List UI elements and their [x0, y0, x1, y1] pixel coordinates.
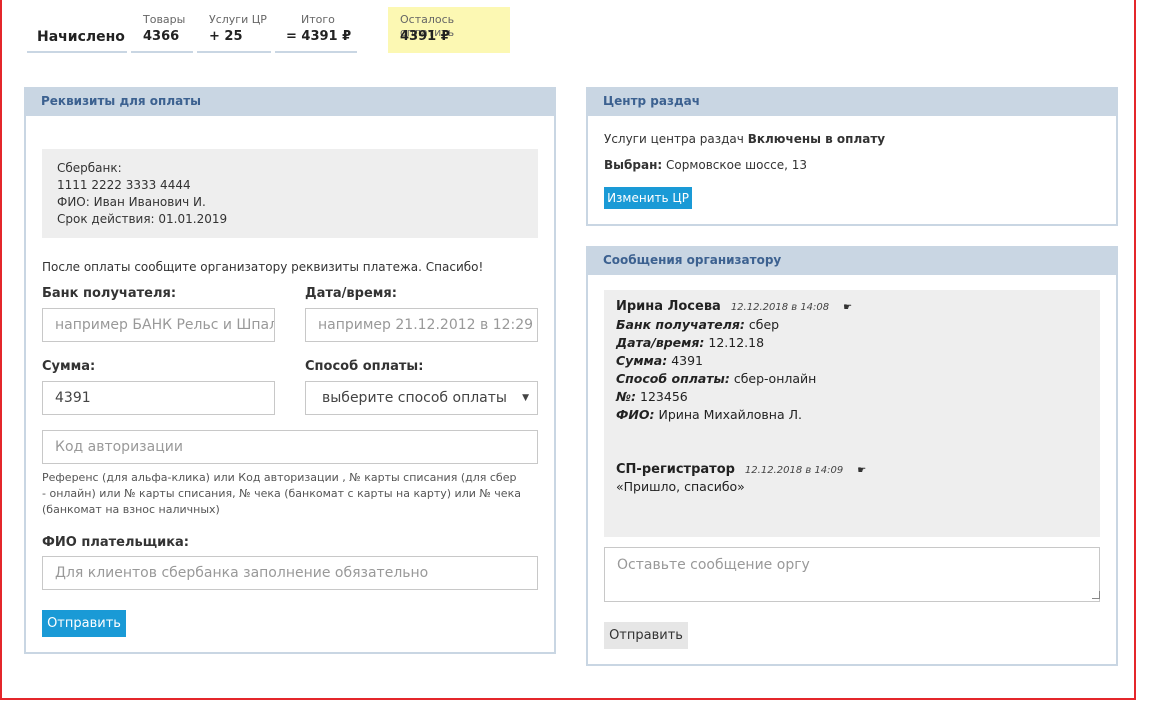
message-line: Банк получателя: сбер: [616, 317, 779, 332]
message-field-value: 123456: [640, 389, 688, 404]
goods-value: 4366: [143, 29, 180, 44]
details-line: ФИО: Иван Иванович И.: [57, 195, 206, 209]
message-line: ФИО: Ирина Михайловна Л.: [616, 407, 802, 422]
message-field-value: 12.12.18: [708, 335, 765, 350]
change-center-button[interactable]: Изменить ЦР: [604, 187, 692, 209]
payment-submit-button[interactable]: Отправить: [42, 610, 126, 637]
reply-hand-icon[interactable]: ☛: [857, 465, 866, 476]
datetime-label: Дата/время:: [305, 286, 397, 301]
details-line: 1111 2222 3333 4444: [57, 178, 191, 192]
message-field-label: ФИО:: [616, 407, 655, 422]
goods-block: Товары 4366: [131, 7, 193, 53]
message-line: Дата/время: 12.12.18: [616, 335, 764, 350]
details-line: Срок действия: 01.01.2019: [57, 212, 228, 226]
message-field-label: Сумма:: [616, 353, 668, 368]
message-field-label: Способ оплаты:: [616, 371, 730, 386]
message-textarea[interactable]: Оставьте сообщение оргу: [604, 547, 1100, 602]
message-field-label: Банк получателя:: [616, 317, 745, 332]
distribution-center-panel: Центр раздач Услуги центра раздач Включе…: [586, 87, 1118, 226]
message-line: №: 123456: [616, 389, 688, 404]
services-block: Услуги ЦР + 25: [197, 7, 271, 53]
datetime-input[interactable]: например 21.12.2012 в 12:29: [305, 308, 538, 342]
auth-code-input[interactable]: Код авторизации: [42, 430, 538, 464]
payment-panel-header: Реквизиты для оплаты: [26, 89, 554, 116]
services-caption: Услуги ЦР: [209, 13, 267, 26]
center-panel-header: Центр раздач: [588, 89, 1116, 116]
charged-title: Начислено: [37, 29, 125, 45]
message-author: Ирина Лосева: [616, 299, 721, 314]
charged-block: Начислено: [27, 7, 127, 53]
message-time: 12.12.2018 в 14:09: [744, 465, 844, 476]
payment-details-box: Сбербанк: 1111 2222 3333 4444 ФИО: Иван …: [42, 149, 538, 238]
bank-input[interactable]: например БАНК Рельс и Шпалы: [42, 308, 275, 342]
bank-label: Банк получателя:: [42, 286, 177, 301]
message-list: Ирина Лосева 12.12.2018 в 14:08 ☛ Банк п…: [604, 290, 1100, 537]
method-label: Способ оплаты:: [305, 359, 424, 374]
center-selected-line: Выбран: Сормовское шоссе, 13: [604, 158, 807, 172]
total-caption: Итого: [301, 13, 335, 26]
details-line: Сбербанк:: [57, 161, 122, 175]
center-services-text: Услуги центра раздач: [604, 132, 744, 146]
message-header: СП-регистратор 12.12.2018 в 14:09 ☛: [616, 461, 866, 477]
message-author: СП-регистратор: [616, 462, 735, 477]
sum-input[interactable]: 4391: [42, 381, 275, 415]
sum-label: Сумма:: [42, 359, 96, 374]
message-field-value: сбер: [748, 317, 780, 332]
center-selected-label: Выбран:: [604, 158, 663, 172]
remain-block: Осталось оплатить 4391 ₽: [388, 7, 510, 53]
payment-panel: Реквизиты для оплаты Сбербанк: 1111 2222…: [24, 87, 556, 654]
method-select-value: выберите способ оплаты: [322, 390, 507, 406]
services-value: + 25: [209, 29, 243, 44]
payer-input[interactable]: Для клиентов сбербанка заполнение обязат…: [42, 556, 538, 590]
message-text: «Пришло, спасибо»: [616, 479, 745, 494]
center-services-status: Включены в оплату: [747, 132, 886, 146]
goods-caption: Товары: [143, 13, 186, 26]
message-field-label: Дата/время:: [616, 335, 705, 350]
message-header: Ирина Лосева 12.12.2018 в 14:08 ☛: [616, 298, 852, 314]
message-time: 12.12.2018 в 14:08: [730, 302, 830, 313]
center-services-line: Услуги центра раздач Включены в оплату: [604, 132, 885, 146]
message-field-value: сбер-онлайн: [733, 371, 817, 386]
total-block: Итого = 4391 ₽: [275, 7, 357, 53]
messages-panel-header: Сообщения организатору: [588, 248, 1116, 275]
chevron-down-icon: ▼: [522, 393, 529, 403]
reply-hand-icon[interactable]: ☛: [843, 302, 852, 313]
remain-value: 4391 ₽: [400, 29, 450, 44]
payment-notice: После оплаты сообщите организатору рекви…: [42, 260, 484, 274]
message-field-label: №:: [616, 389, 637, 404]
messages-panel: Сообщения организатору Ирина Лосева 12.1…: [586, 246, 1118, 666]
center-selected-value: Сормовское шоссе, 13: [665, 158, 807, 172]
auth-hint: Референс (для альфа-клика) или Код автор…: [42, 471, 521, 516]
payer-label: ФИО плательщика:: [42, 535, 189, 550]
total-value: = 4391 ₽: [286, 29, 352, 44]
message-field-value: 4391: [671, 353, 703, 368]
message-submit-button[interactable]: Отправить: [604, 622, 688, 649]
resize-handle-icon[interactable]: [1092, 591, 1100, 599]
message-field-value: Ирина Михайловна Л.: [658, 407, 802, 422]
method-select[interactable]: выберите способ оплаты ▼: [305, 381, 538, 415]
message-line: Способ оплаты: сбер-онлайн: [616, 371, 816, 386]
message-line: Сумма: 4391: [616, 353, 703, 368]
